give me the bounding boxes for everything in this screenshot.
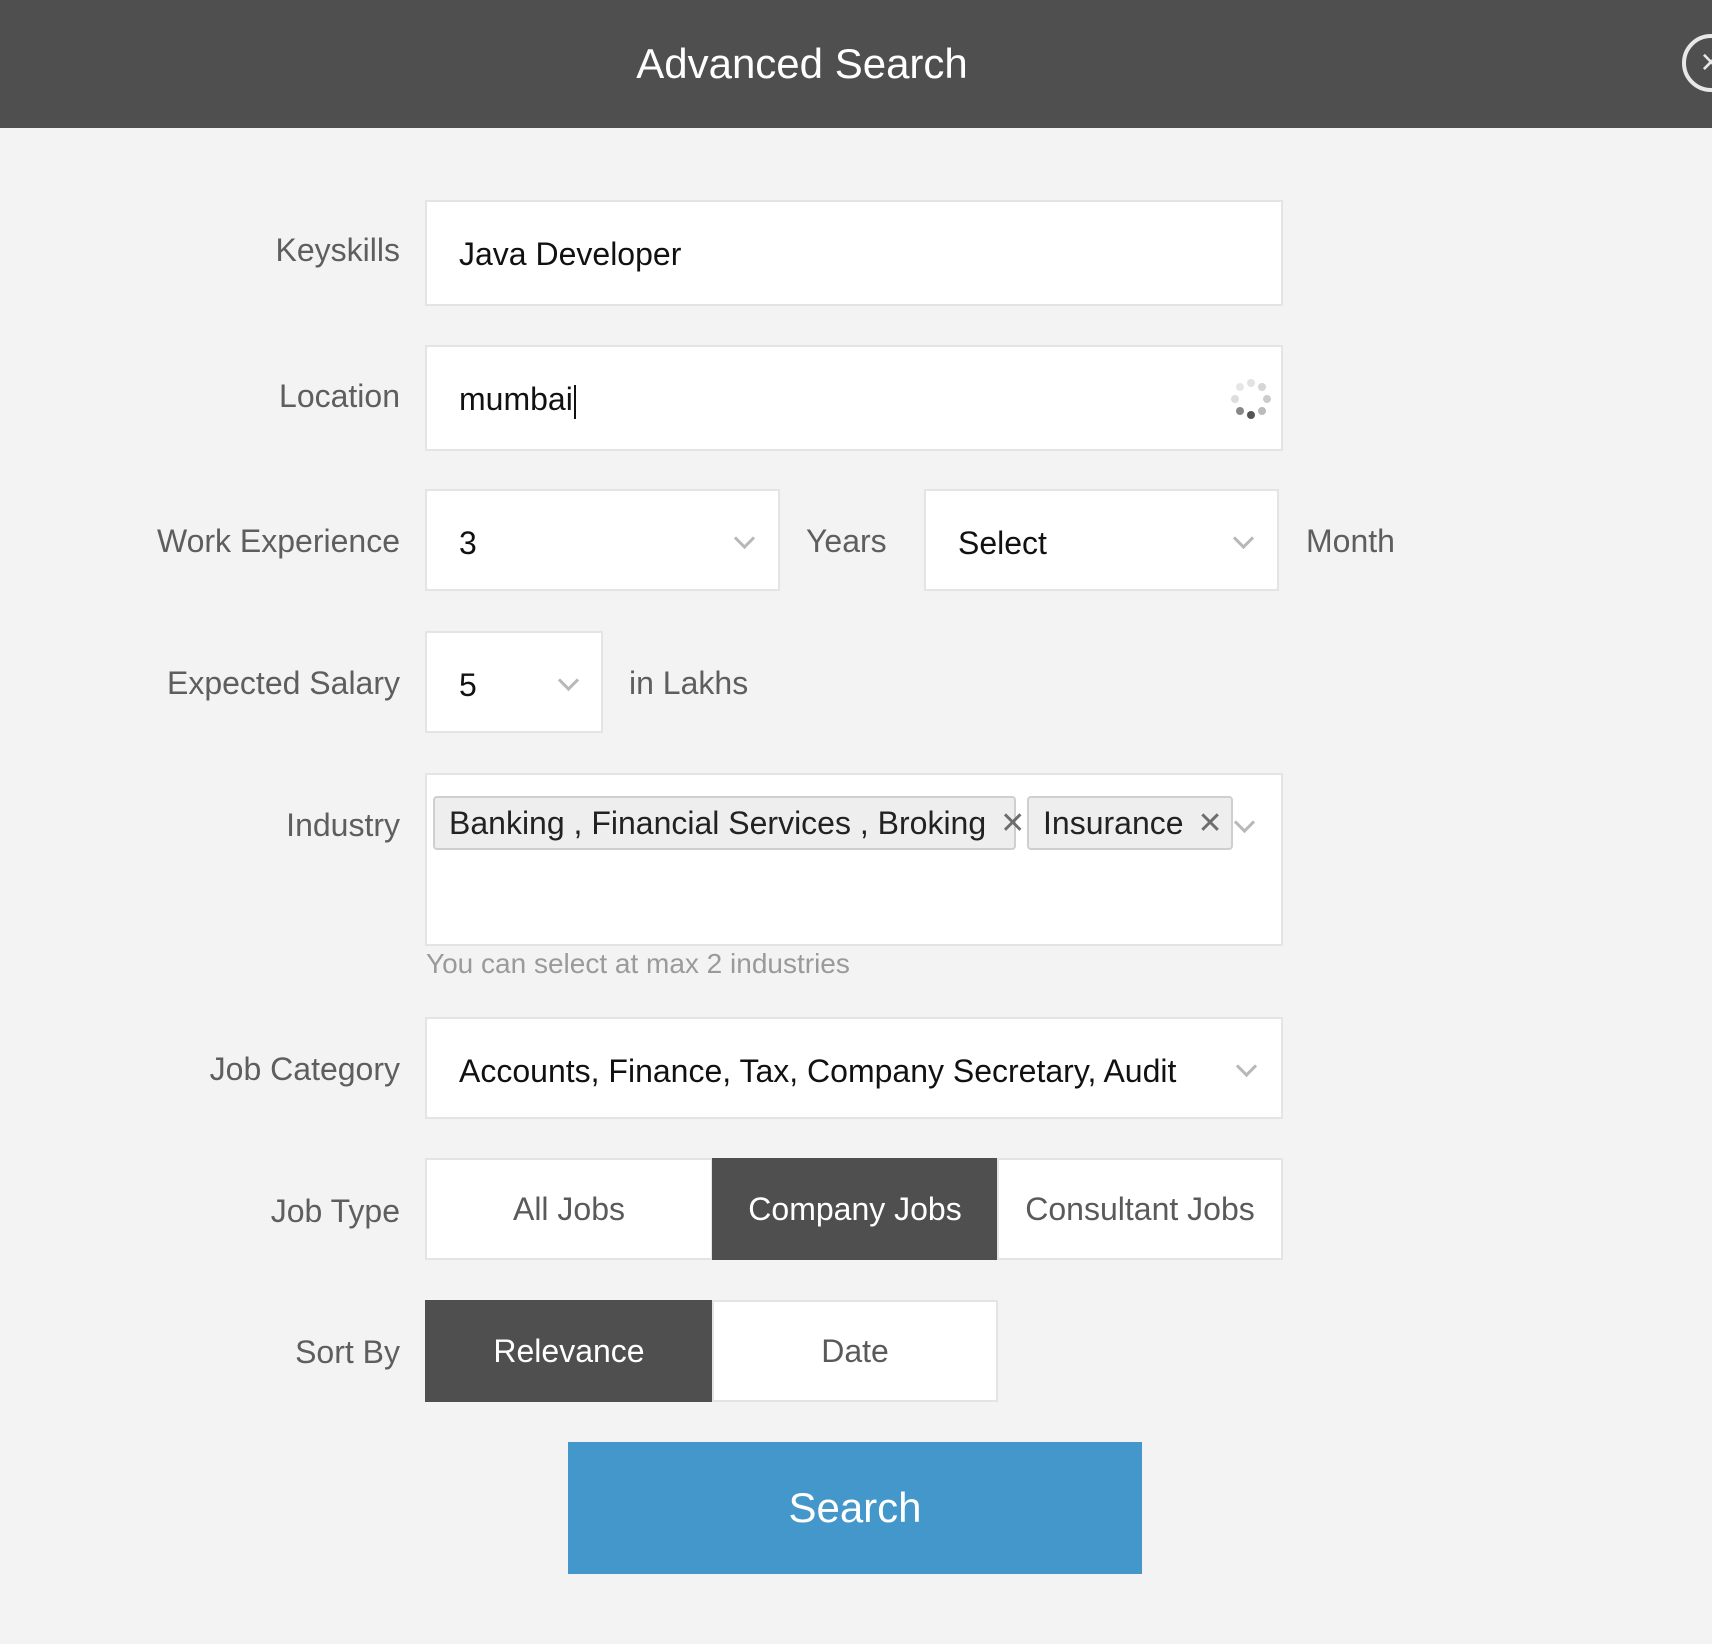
industry-tag-label: Insurance xyxy=(1043,804,1184,841)
salary-suffix: in Lakhs xyxy=(629,665,749,701)
work-experience-label: Work Experience xyxy=(156,523,400,559)
years-suffix: Years xyxy=(806,523,887,559)
industry-tag: Banking , Financial Services , Broking ✕ xyxy=(433,796,1025,850)
experience-months-select[interactable]: Select xyxy=(924,489,1279,591)
location-input[interactable]: mumbai xyxy=(425,345,1283,451)
sort-date[interactable]: Date xyxy=(712,1300,998,1402)
keyskills-label: Keyskills xyxy=(275,232,400,268)
experience-years-select[interactable]: 3 xyxy=(425,489,780,591)
month-suffix: Month xyxy=(1306,523,1395,559)
industry-label: Industry xyxy=(286,807,400,843)
remove-tag-icon[interactable]: ✕ xyxy=(1198,806,1223,841)
keyskills-value: Java Developer xyxy=(459,236,682,272)
experience-months-value: Select xyxy=(958,525,1047,561)
job-category-value: Accounts, Finance, Tax, Company Secretar… xyxy=(459,1053,1177,1089)
location-label: Location xyxy=(279,378,400,414)
job-type-consultant-jobs[interactable]: Consultant Jobs xyxy=(997,1158,1283,1260)
job-category-label: Job Category xyxy=(209,1051,400,1087)
sort-relevance[interactable]: Relevance xyxy=(425,1300,713,1402)
chevron-down-icon xyxy=(1235,1055,1258,1078)
industry-tag-label: Banking , Financial Services , Broking xyxy=(449,804,987,841)
job-type-all-jobs[interactable]: All Jobs xyxy=(425,1158,713,1260)
spinner-icon xyxy=(1231,379,1271,419)
text-cursor xyxy=(573,384,576,419)
industry-hint: You can select at max 2 industries xyxy=(426,948,850,979)
modal-header: Advanced Search × xyxy=(0,0,1712,128)
modal-title: Advanced Search xyxy=(636,40,968,87)
job-category-select[interactable]: Accounts, Finance, Tax, Company Secretar… xyxy=(425,1017,1283,1119)
location-value: mumbai xyxy=(459,381,573,417)
chevron-down-icon xyxy=(733,527,756,550)
expected-salary-select[interactable]: 5 xyxy=(425,631,603,733)
chevron-down-icon xyxy=(557,669,580,692)
expected-salary-value: 5 xyxy=(459,667,477,703)
experience-years-value: 3 xyxy=(459,525,477,561)
job-type-company-jobs[interactable]: Company Jobs xyxy=(712,1158,998,1260)
chevron-down-icon xyxy=(1232,527,1255,550)
sort-by-label: Sort By xyxy=(295,1334,400,1370)
expected-salary-label: Expected Salary xyxy=(166,665,400,701)
industry-tag: Insurance ✕ xyxy=(1027,796,1233,850)
close-icon[interactable]: × xyxy=(1682,34,1712,92)
remove-tag-icon[interactable]: ✕ xyxy=(1000,806,1025,841)
keyskills-input[interactable]: Java Developer xyxy=(425,200,1283,306)
search-button[interactable]: Search xyxy=(568,1442,1142,1574)
job-type-label: Job Type xyxy=(270,1193,400,1229)
